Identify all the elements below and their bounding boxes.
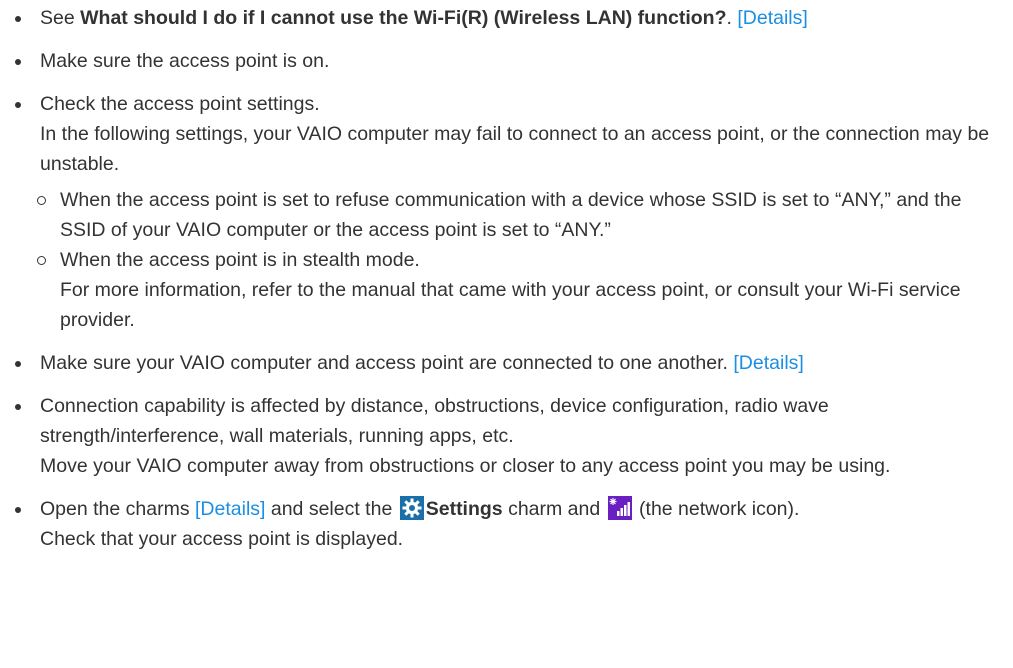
list-item-open-charms: Open the charms [Details] and select the xyxy=(15,494,1003,554)
settings-sublist: When the access point is set to refuse c… xyxy=(37,185,1003,335)
item-text-part1: Open the charms xyxy=(40,498,195,520)
item-prefix: See xyxy=(40,7,81,29)
item-line2: Check that your access point is displaye… xyxy=(40,528,404,550)
item-line1: Connection capability is affected by dis… xyxy=(40,395,829,447)
item-line2: Move your VAIO computer away from obstru… xyxy=(40,455,891,477)
details-link[interactable]: [Details] xyxy=(195,498,265,520)
subitem-text: When the access point is set to refuse c… xyxy=(60,189,962,241)
help-content: See What should I do if I cannot use the… xyxy=(0,3,1013,554)
item-text-part4: (the network icon). xyxy=(633,498,800,520)
list-item-access-point-on: Make sure the access point is on. xyxy=(15,46,1003,76)
list-item-see-faq: See What should I do if I cannot use the… xyxy=(15,3,1003,33)
subitem-line1: When the access point is in stealth mode… xyxy=(60,249,420,271)
list-item-connected: Make sure your VAIO computer and access … xyxy=(15,348,1003,378)
item-line1: Open the charms [Details] and select the xyxy=(40,494,1003,524)
details-link[interactable]: [Details] xyxy=(733,352,803,374)
item-line1: Check the access point settings. xyxy=(40,93,320,115)
item-line2: In the following settings, your VAIO com… xyxy=(40,123,990,175)
faq-title: What should I do if I cannot use the Wi-… xyxy=(80,7,727,29)
settings-label: Settings xyxy=(425,498,503,520)
list-item-connection-capability: Connection capability is affected by dis… xyxy=(15,391,1003,481)
sublist-item-ssid-any: When the access point is set to refuse c… xyxy=(37,185,1003,245)
item-suffix: . xyxy=(726,7,738,29)
item-text-part2: and select the xyxy=(265,498,398,520)
sublist-item-stealth-mode: When the access point is in stealth mode… xyxy=(37,245,1003,335)
item-text-part3: charm and xyxy=(502,498,606,520)
network-signal-icon xyxy=(607,496,632,520)
troubleshooting-list: See What should I do if I cannot use the… xyxy=(15,3,1003,554)
list-item-check-settings: Check the access point settings. In the … xyxy=(15,89,1003,335)
subitem-line2: For more information, refer to the manua… xyxy=(60,279,961,331)
item-text: Make sure your VAIO computer and access … xyxy=(40,352,734,374)
item-text: Make sure the access point is on. xyxy=(40,50,330,72)
details-link[interactable]: [Details] xyxy=(737,7,807,29)
settings-gear-icon xyxy=(399,496,424,520)
